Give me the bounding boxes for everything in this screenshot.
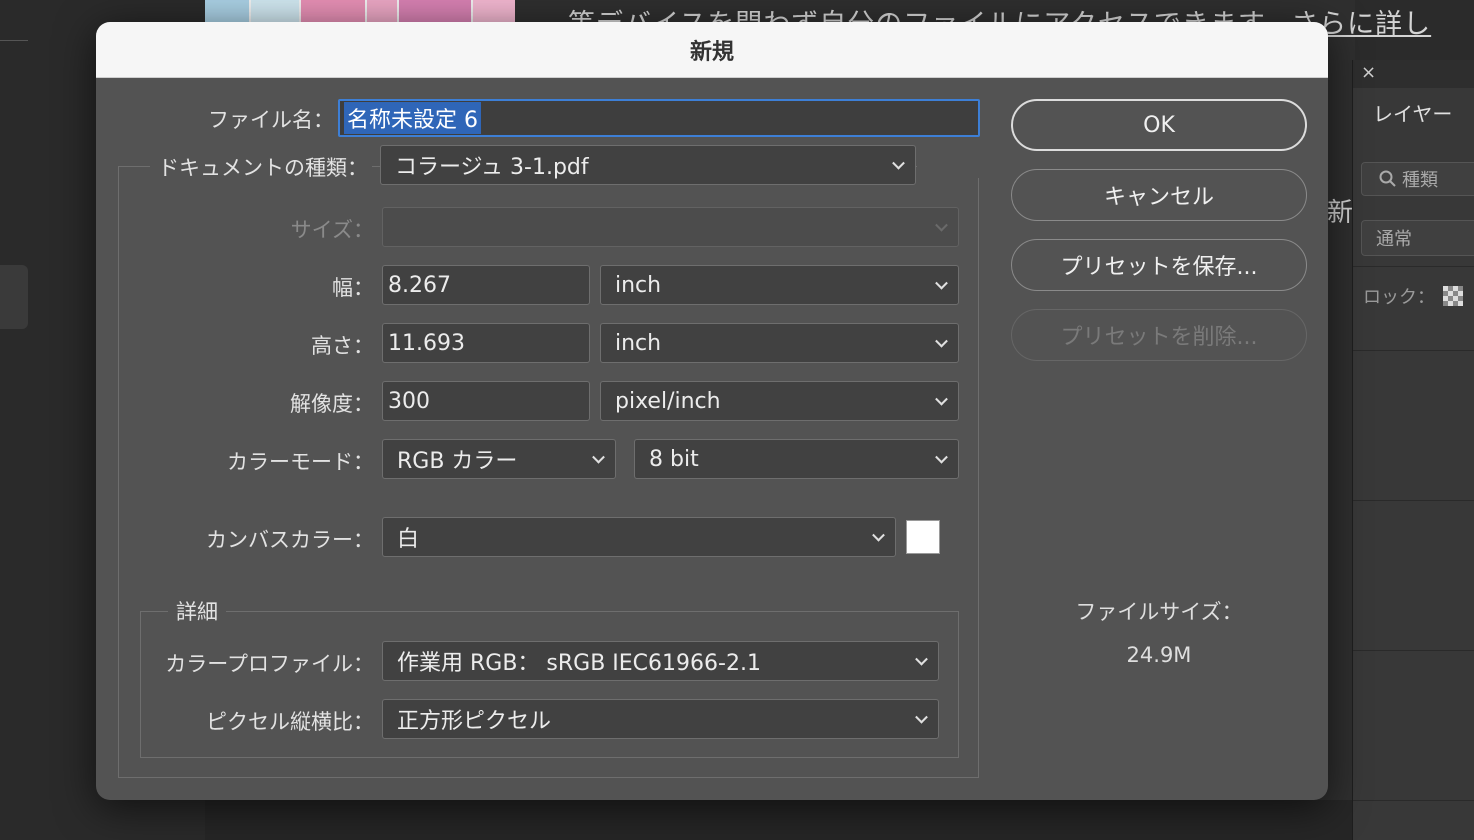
canvas-color-swatch[interactable] bbox=[906, 520, 940, 554]
group-label-gap bbox=[917, 158, 979, 178]
width-unit-value: inch bbox=[615, 272, 662, 298]
canvas-color-value: 白 bbox=[397, 527, 420, 552]
height-unit-value: inch bbox=[615, 330, 662, 356]
resolution-unit-select[interactable]: pixel/inch bbox=[600, 381, 959, 421]
layer-row-divider bbox=[1353, 500, 1474, 501]
height-input[interactable]: 11.693 bbox=[382, 323, 590, 363]
color-profile-value: 作業用 RGB： sRGB IEC61966-2.1 bbox=[397, 651, 761, 676]
layer-row-divider bbox=[1353, 350, 1474, 351]
thumbnail-image bbox=[205, 0, 251, 24]
canvas-color-select[interactable]: 白 bbox=[382, 517, 896, 557]
layers-panel-topbar: × bbox=[1353, 60, 1474, 88]
document-type-select[interactable]: コラージュ 3-1.pdf bbox=[380, 145, 916, 185]
thumbnail-image bbox=[473, 0, 515, 24]
chevron-down-icon bbox=[935, 218, 948, 232]
color-profile-label: カラープロファイル： bbox=[165, 652, 374, 676]
pixel-aspect-value: 正方形ピクセル bbox=[397, 709, 552, 734]
image-thumbnail-strip bbox=[205, 0, 515, 24]
document-side-text: 新 bbox=[1327, 198, 1354, 228]
chevron-down-icon bbox=[592, 450, 605, 464]
layers-filter-label: 種類 bbox=[1402, 170, 1438, 191]
lock-transparency-icon[interactable] bbox=[1443, 286, 1463, 306]
chevron-down-icon bbox=[935, 334, 948, 348]
layers-lock-row: ロック： bbox=[1363, 283, 1463, 309]
layers-panel: × レイヤー 種類 通常 ロック： bbox=[1352, 60, 1474, 840]
width-label: 幅： bbox=[332, 276, 374, 300]
chevron-down-icon bbox=[935, 276, 948, 290]
divider bbox=[1353, 266, 1474, 267]
new-document-dialog: 新規 ファイル名： 名称未設定 6 ドキュメントの種類： コラージュ 3-1.p… bbox=[96, 22, 1328, 800]
resolution-unit-value: pixel/inch bbox=[615, 388, 721, 414]
width-unit-select[interactable]: inch bbox=[600, 265, 959, 305]
layer-row-divider bbox=[1353, 800, 1474, 801]
color-mode-label: カラーモード： bbox=[227, 450, 374, 474]
size-label: サイズ： bbox=[290, 218, 374, 242]
height-label: 高さ： bbox=[311, 334, 374, 358]
save-preset-button[interactable]: プリセットを保存... bbox=[1011, 239, 1307, 291]
layers-panel-title[interactable]: レイヤー bbox=[1373, 98, 1452, 127]
document-type-value: コラージュ 3-1.pdf bbox=[395, 155, 589, 180]
left-panel-tab[interactable] bbox=[0, 265, 28, 329]
width-input[interactable]: 8.267 bbox=[382, 265, 590, 305]
thumbnail-image bbox=[251, 0, 301, 24]
layers-filter-field[interactable]: 種類 bbox=[1361, 162, 1474, 196]
ok-button[interactable]: OK bbox=[1011, 99, 1307, 151]
left-panel-divider bbox=[0, 40, 28, 41]
lock-label: ロック： bbox=[1363, 287, 1435, 308]
chevron-down-icon bbox=[872, 528, 885, 542]
canvas-color-label: カンバスカラー： bbox=[206, 528, 374, 552]
search-icon bbox=[1379, 170, 1396, 187]
layer-row-divider bbox=[1353, 650, 1474, 651]
document-type-label: ドキュメントの種類： bbox=[150, 152, 372, 182]
pixel-aspect-select[interactable]: 正方形ピクセル bbox=[382, 699, 939, 739]
file-size-value: 24.9M bbox=[1126, 643, 1192, 667]
file-size-label: ファイルサイズ： bbox=[1075, 600, 1243, 624]
delete-preset-button: プリセットを削除... bbox=[1011, 309, 1307, 361]
thumbnail-image bbox=[399, 0, 473, 24]
height-unit-select[interactable]: inch bbox=[600, 323, 959, 363]
color-profile-select[interactable]: 作業用 RGB： sRGB IEC61966-2.1 bbox=[382, 641, 939, 681]
resolution-input[interactable]: 300 bbox=[382, 381, 590, 421]
color-mode-select[interactable]: RGB カラー bbox=[382, 439, 616, 479]
cancel-button[interactable]: キャンセル bbox=[1011, 169, 1307, 221]
filename-value: 名称未設定 6 bbox=[344, 102, 481, 134]
filename-label: ファイル名： bbox=[208, 108, 334, 132]
chevron-down-icon bbox=[915, 652, 928, 666]
advanced-label: 詳細 bbox=[168, 596, 226, 626]
chevron-down-icon bbox=[935, 392, 948, 406]
close-icon[interactable]: × bbox=[1361, 62, 1376, 83]
pixel-aspect-label: ピクセル縦横比： bbox=[206, 710, 374, 734]
document-bottom-area bbox=[205, 800, 1355, 840]
resolution-label: 解像度： bbox=[290, 392, 374, 416]
bit-depth-value: 8 bit bbox=[649, 446, 699, 472]
dialog-title: 新規 bbox=[96, 22, 1328, 78]
chevron-down-icon bbox=[935, 450, 948, 464]
bit-depth-select[interactable]: 8 bit bbox=[634, 439, 959, 479]
thumbnail-image bbox=[367, 0, 399, 24]
blend-mode-select[interactable]: 通常 bbox=[1361, 220, 1474, 256]
chevron-down-icon bbox=[892, 156, 905, 170]
size-select bbox=[382, 207, 959, 247]
filename-input[interactable]: 名称未設定 6 bbox=[338, 99, 980, 137]
color-mode-value: RGB カラー bbox=[397, 449, 518, 474]
chevron-down-icon bbox=[915, 710, 928, 724]
thumbnail-image bbox=[301, 0, 367, 24]
